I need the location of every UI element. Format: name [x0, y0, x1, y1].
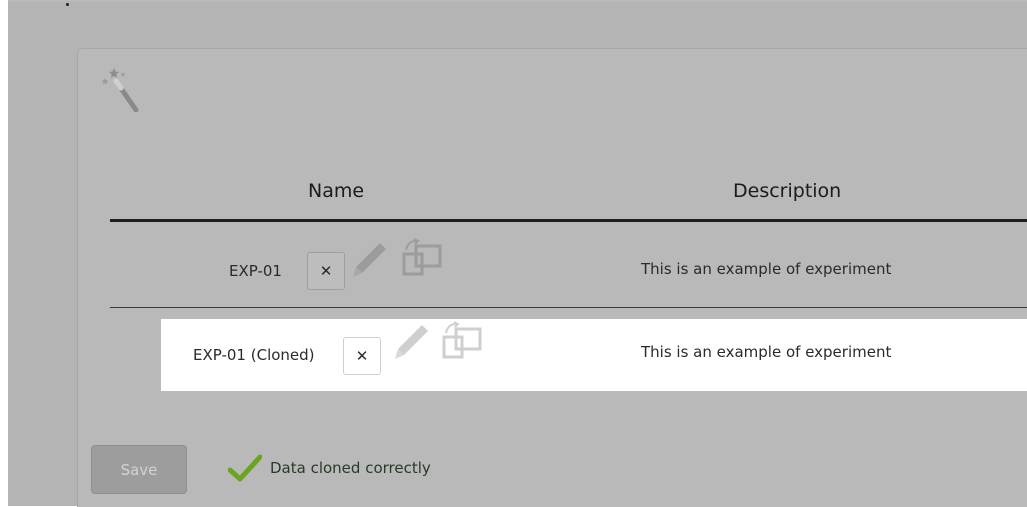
row-description: This is an example of experiment [641, 343, 892, 361]
magic-wand-icon [101, 68, 139, 112]
remove-button[interactable]: ✕ [307, 252, 345, 290]
header-divider [110, 219, 1027, 222]
column-header-name: Name [308, 180, 365, 202]
clone-icon[interactable] [400, 238, 446, 280]
row-name: EXP-01 [229, 262, 282, 280]
remove-button[interactable]: ✕ [343, 337, 381, 375]
page-left-edge [0, 0, 8, 506]
status-text: Data cloned correctly [270, 459, 431, 477]
pencil-icon[interactable] [392, 322, 430, 364]
header-dot [66, 3, 69, 6]
row-name: EXP-01 (Cloned) [193, 346, 315, 364]
clone-icon[interactable] [440, 321, 486, 363]
row-description: This is an example of experiment [641, 260, 892, 278]
save-button[interactable]: Save [91, 445, 187, 494]
status-message: Data cloned correctly [228, 452, 431, 484]
row-divider [110, 307, 1027, 308]
checkmark-icon [228, 454, 262, 482]
column-header-description: Description [733, 180, 842, 202]
pencil-icon[interactable] [350, 240, 388, 282]
